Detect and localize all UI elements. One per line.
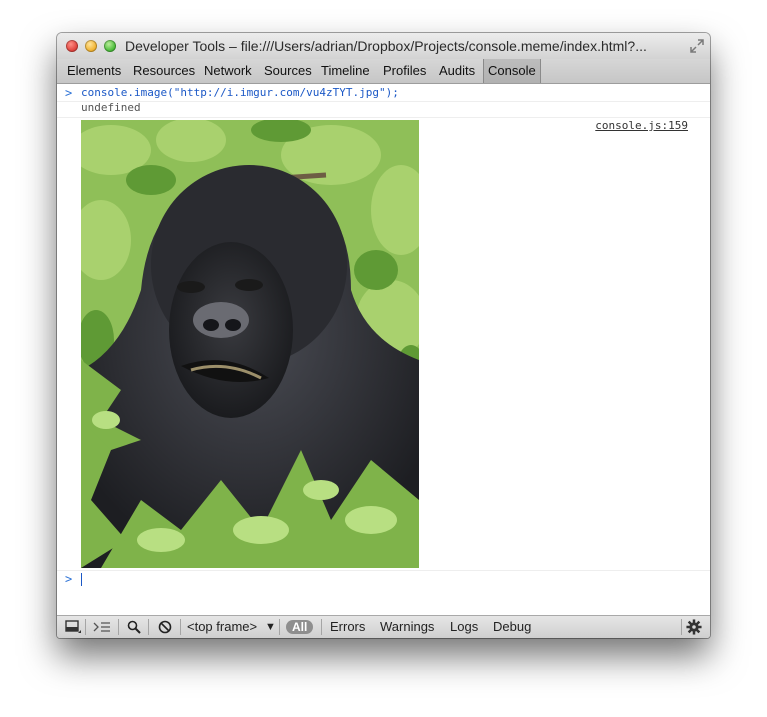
filter-warnings[interactable]: Warnings [380,616,434,638]
row-divider [57,117,710,118]
console-input-caret[interactable] [81,573,82,586]
zoom-window-button[interactable] [104,40,116,52]
console-result-text: undefined [81,101,141,114]
tab-audits[interactable]: Audits [439,59,475,83]
title-bar[interactable]: Developer Tools – file:///Users/adrian/D… [57,33,710,59]
gorilla-image [81,120,419,568]
toolbar-divider [148,619,149,635]
devtools-window: Developer Tools – file:///Users/adrian/D… [57,33,710,638]
toolbar-divider [180,619,181,635]
prompt-chevron-icon: > [65,86,73,100]
filter-debug[interactable]: Debug [493,616,531,638]
tab-network[interactable]: Network [204,59,252,83]
console-panel: > console.image("http://i.imgur.com/vu4z… [57,84,710,616]
input-prompt-chevron-icon: > [65,572,73,586]
chevron-down-icon[interactable]: ▼ [265,616,276,638]
toolbar-divider [118,619,119,635]
tab-elements[interactable]: Elements [67,59,121,83]
panel-tabs: Elements Resources Network Sources Timel… [57,59,710,84]
gear-icon[interactable] [685,619,703,635]
tab-profiles[interactable]: Profiles [383,59,426,83]
row-divider [57,570,710,571]
tab-timeline[interactable]: Timeline [321,59,370,83]
console-command-row: > console.image("http://i.imgur.com/vu4z… [57,86,710,100]
filter-errors[interactable]: Errors [330,616,365,638]
dock-icon[interactable] [65,620,81,634]
tab-sources[interactable]: Sources [264,59,312,83]
search-icon[interactable] [127,620,141,634]
source-location-link[interactable]: console.js:159 [595,119,688,132]
window-title: Developer Tools – file:///Users/adrian/D… [125,38,647,54]
tab-resources[interactable]: Resources [133,59,195,83]
toolbar-divider [321,619,322,635]
toolbar-divider [681,619,682,635]
console-image-output [81,120,419,568]
minimize-window-button[interactable] [85,40,97,52]
clear-console-icon[interactable] [93,620,111,634]
toolbar-divider [85,619,86,635]
tab-console[interactable]: Console [483,59,541,83]
status-bar: <top frame> ▼ All Errors Warnings Logs D… [57,615,710,638]
close-window-button[interactable] [66,40,78,52]
filter-logs[interactable]: Logs [450,616,478,638]
resize-icon[interactable] [690,39,704,53]
frame-select[interactable]: <top frame> [187,616,257,638]
filter-all[interactable]: All [286,620,314,634]
console-command-text[interactable]: console.image("http://i.imgur.com/vu4zTY… [81,86,399,99]
toolbar-divider [279,619,280,635]
no-entry-icon[interactable] [158,620,172,634]
row-divider [57,101,710,102]
